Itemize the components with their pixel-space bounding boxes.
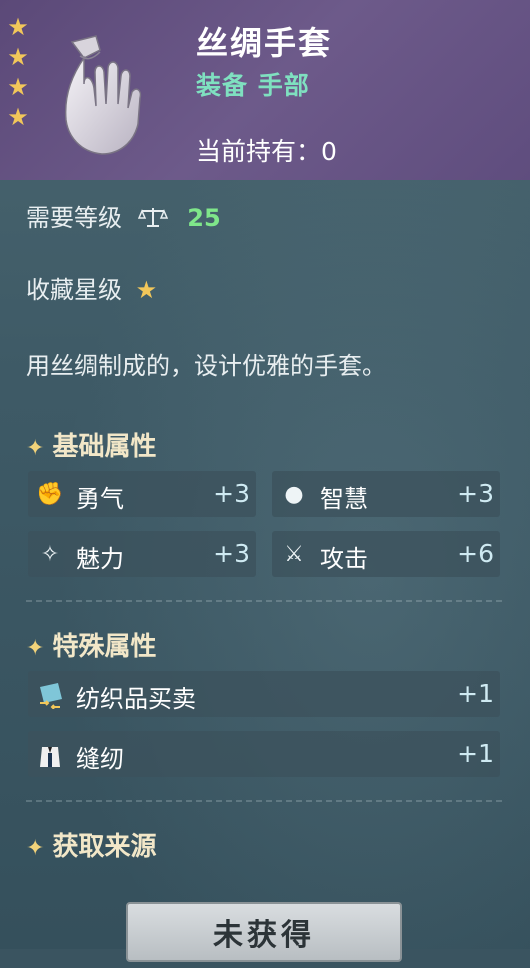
sword-icon: ⚔ bbox=[284, 542, 304, 567]
level-label: 需要等级 bbox=[26, 204, 122, 232]
sparkle-icon: ✦ bbox=[26, 436, 45, 461]
attribute-label: 智慧 bbox=[320, 485, 368, 513]
owned-count: 当前持有：0 bbox=[196, 137, 337, 166]
attribute-value: +3 bbox=[213, 479, 250, 508]
star-icon: ★ bbox=[7, 43, 29, 71]
section-divider bbox=[26, 800, 502, 802]
item-type: 装备 手部 bbox=[196, 71, 310, 100]
attribute-row: ✊ 勇气 +3 bbox=[28, 471, 256, 517]
star-icon: ★ bbox=[135, 276, 158, 304]
source-title: ✦ 获取来源 bbox=[26, 832, 157, 862]
attribute-row: 缝纫 +1 bbox=[28, 731, 500, 777]
collection-rating: 收藏星级 ★ bbox=[26, 270, 157, 305]
star-icon: ★ bbox=[7, 103, 29, 131]
attribute-value: +3 bbox=[457, 479, 494, 508]
attribute-label: 缝纫 bbox=[76, 745, 124, 773]
star-icon: ★ bbox=[7, 73, 29, 101]
attribute-row: ● 智慧 +3 bbox=[272, 471, 500, 517]
fabric-trade-icon bbox=[40, 683, 62, 709]
base-attributes-title: ✦ 基础属性 bbox=[26, 432, 157, 462]
sparkle-icon: ✦ bbox=[26, 636, 45, 661]
sewing-icon bbox=[40, 747, 60, 767]
level-requirement: 需要等级 25 bbox=[26, 198, 221, 233]
attribute-value: +1 bbox=[457, 679, 494, 708]
item-description: 用丝绸制成的，设计优雅的手套。 bbox=[26, 352, 386, 380]
attribute-value: +1 bbox=[457, 739, 494, 768]
attribute-label: 纺织品买卖 bbox=[76, 685, 196, 713]
attribute-row: 纺织品买卖 +1 bbox=[28, 671, 500, 717]
fist-icon: ✊ bbox=[36, 482, 64, 507]
special-attributes-title: ✦ 特殊属性 bbox=[26, 632, 157, 662]
item-name: 丝绸手套 bbox=[196, 24, 333, 62]
attribute-label: 魅力 bbox=[76, 545, 124, 573]
not-obtained-button[interactable]: 未获得 bbox=[126, 902, 402, 962]
rarity-stars: ★ ★ ★ ★ bbox=[4, 12, 32, 132]
attribute-value: +3 bbox=[213, 539, 250, 568]
sparkle-icon: ✧ bbox=[40, 542, 60, 567]
sparkle-icon: ✦ bbox=[26, 836, 45, 861]
attribute-row: ✧ 魅力 +3 bbox=[28, 531, 256, 577]
head-icon: ● bbox=[284, 482, 304, 507]
attribute-row: ⚔ 攻击 +6 bbox=[272, 531, 500, 577]
star-icon: ★ bbox=[7, 13, 29, 41]
section-divider bbox=[26, 600, 502, 602]
collect-label: 收藏星级 bbox=[26, 276, 122, 304]
attribute-label: 勇气 bbox=[76, 485, 124, 513]
attribute-label: 攻击 bbox=[320, 545, 368, 573]
attribute-value: +6 bbox=[457, 539, 494, 568]
level-value: 25 bbox=[187, 204, 221, 232]
scale-icon bbox=[137, 208, 168, 227]
item-header: ★ ★ ★ ★ 丝绸手套 装备 手部 当前持有：0 bbox=[0, 0, 530, 180]
glove-icon bbox=[64, 35, 142, 155]
